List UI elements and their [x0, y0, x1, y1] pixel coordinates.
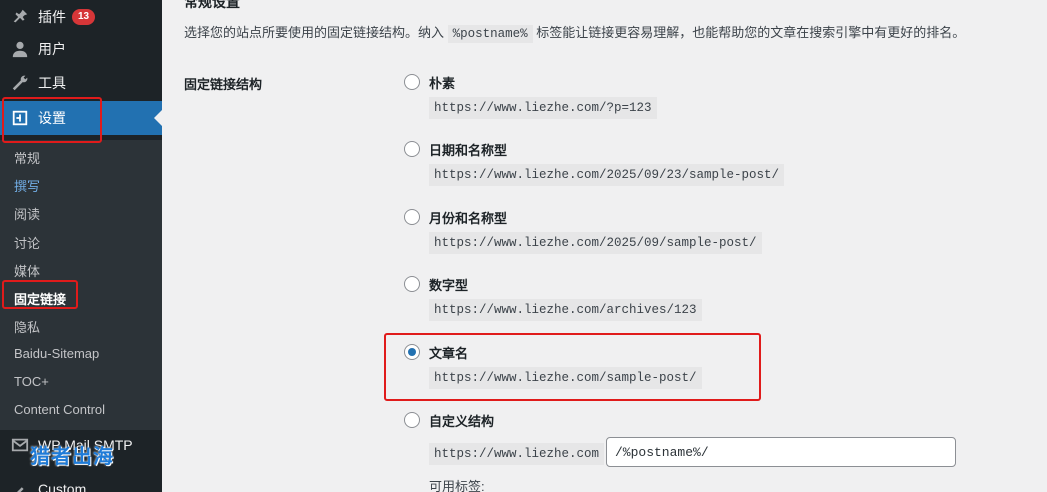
- menu-settings-label: 设置: [38, 110, 66, 126]
- mail-icon: [10, 435, 30, 455]
- postname-tag: %postname%: [447, 25, 533, 43]
- option-numeric-example: https://www.liezhe.com/archives/123: [429, 299, 702, 321]
- menu-users-label: 用户: [38, 41, 66, 57]
- menu-tools-label: 工具: [38, 75, 66, 91]
- users-icon: [10, 39, 30, 59]
- custom-structure-input[interactable]: [606, 437, 956, 467]
- settings-icon: [10, 108, 30, 128]
- submenu-toc[interactable]: TOC+: [14, 374, 49, 389]
- settings-submenu: 常规 撰写 阅读 讨论 媒体 固定链接 隐私 Baidu-Sitemap TOC…: [0, 140, 162, 430]
- submenu-media[interactable]: 媒体: [14, 261, 40, 280]
- permalink-settings-page: 常规设置 选择您的站点所要使用的固定链接结构。纳入 %postname% 标签能…: [162, 0, 1047, 492]
- menu-tools[interactable]: 工具: [0, 66, 162, 100]
- watermark-text: 猎者出海: [30, 446, 114, 468]
- menu-plugins[interactable]: 插件 13: [0, 0, 162, 34]
- option-plain-example: https://www.liezhe.com/?p=123: [429, 97, 657, 119]
- option-month-name-example: https://www.liezhe.com/2025/09/sample-po…: [429, 232, 762, 254]
- option-date-name-label[interactable]: 日期和名称型: [429, 140, 507, 159]
- current-menu-arrow: [154, 110, 162, 126]
- radio-numeric[interactable]: [404, 276, 420, 292]
- radio-month-name[interactable]: [404, 209, 420, 225]
- radio-plain[interactable]: [404, 74, 420, 90]
- section-heading: 常规设置: [184, 0, 240, 10]
- permalink-structure-label: 固定链接结构: [184, 77, 263, 92]
- menu-users[interactable]: 用户: [0, 32, 162, 66]
- submenu-privacy[interactable]: 隐私: [14, 317, 40, 336]
- submenu-permalinks[interactable]: 固定链接: [14, 289, 66, 308]
- menu-custom[interactable]: Custom: [0, 472, 162, 492]
- permalink-description: 选择您的站点所要使用的固定链接结构。纳入 %postname% 标签能让链接更容…: [184, 25, 966, 43]
- submenu-discussion[interactable]: 讨论: [14, 233, 40, 252]
- option-custom-label[interactable]: 自定义结构: [429, 411, 494, 430]
- option-post-name-label[interactable]: 文章名: [429, 343, 468, 362]
- custom-base-url: https://www.liezhe.com: [429, 443, 605, 465]
- option-plain-label[interactable]: 朴素: [429, 73, 455, 92]
- option-post-name-example: https://www.liezhe.com/sample-post/: [429, 367, 702, 389]
- radio-date-name[interactable]: [404, 141, 420, 157]
- option-month-name-label[interactable]: 月份和名称型: [429, 208, 507, 227]
- submenu-general[interactable]: 常规: [14, 148, 40, 167]
- option-date-name-example: https://www.liezhe.com/2025/09/23/sample…: [429, 164, 785, 186]
- menu-custom-label: Custom: [38, 481, 87, 492]
- option-numeric-label[interactable]: 数字型: [429, 275, 468, 294]
- tools-icon: [10, 73, 30, 93]
- submenu-reading[interactable]: 阅读: [14, 204, 40, 223]
- menu-plugins-label: 插件: [38, 9, 66, 25]
- radio-post-name[interactable]: [404, 344, 420, 360]
- radio-custom[interactable]: [404, 412, 420, 428]
- admin-sidebar: 插件 13 用户 工具 设置 常规 撰写 阅读 讨论 媒体 固定链接 隐私 Ba…: [0, 0, 162, 492]
- menu-settings[interactable]: 设置: [0, 101, 162, 135]
- submenu-content-control[interactable]: Content Control: [14, 402, 105, 417]
- submenu-writing[interactable]: 撰写: [14, 176, 40, 195]
- available-tags-label: 可用标签:: [429, 479, 485, 492]
- submenu-baidu-sitemap[interactable]: Baidu-Sitemap: [14, 346, 99, 361]
- update-count-badge: 13: [72, 9, 96, 25]
- custom-icon: [10, 479, 30, 492]
- plugins-icon: [10, 7, 30, 27]
